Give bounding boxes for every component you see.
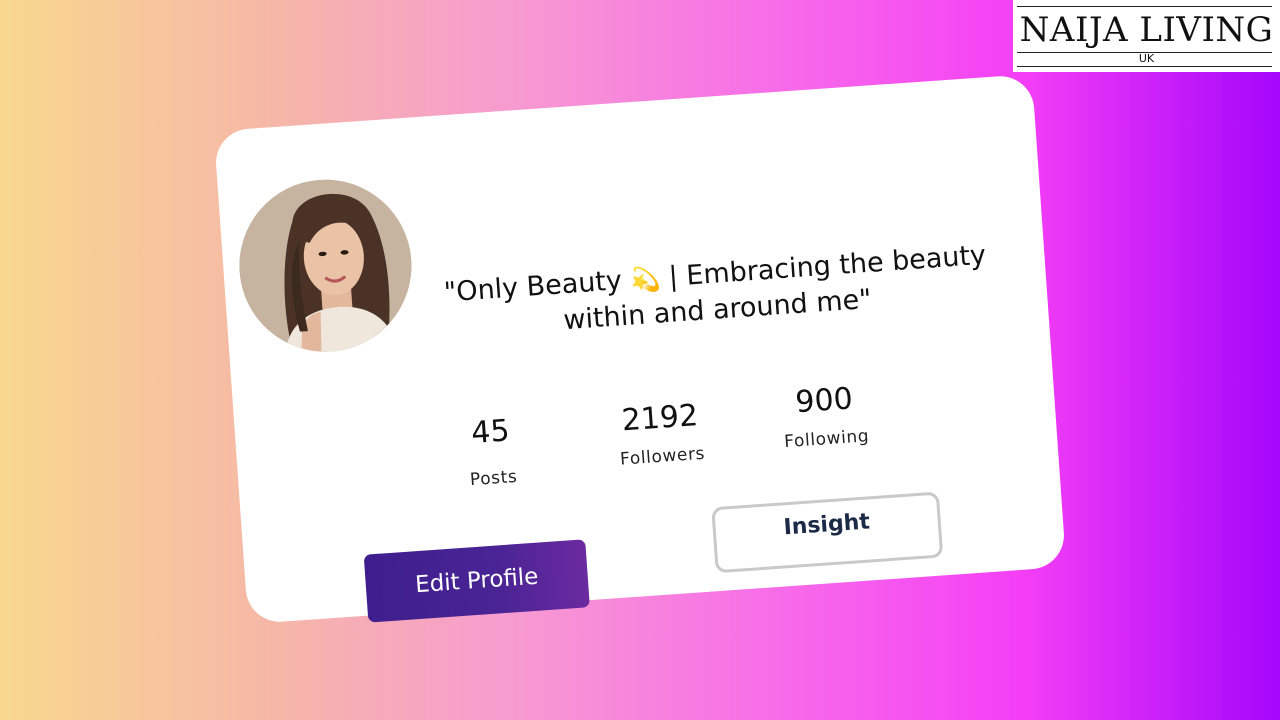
insight-button[interactable]: Insight [711, 491, 944, 574]
edit-profile-button[interactable]: Edit Profile [363, 539, 590, 623]
shooting-star-icon: 💫 [629, 264, 662, 295]
stat-following[interactable]: 900 Following [743, 376, 907, 455]
posts-count: 45 [470, 413, 511, 451]
following-label: Following [783, 426, 870, 453]
brand-subtitle: UK [1138, 52, 1155, 65]
brand-name: NAIJA LIVING [1019, 10, 1274, 50]
profile-bio: "Only Beauty 💫 | Embracing the beauty wi… [424, 236, 1008, 348]
profile-photo-icon [233, 173, 418, 358]
profile-card: "Only Beauty 💫 | Embracing the beauty wi… [213, 74, 1067, 624]
followers-count: 2192 [620, 398, 700, 439]
brand-logo: NAIJA LIVING UK [1013, 0, 1280, 72]
following-count: 900 [794, 381, 854, 421]
logo-rule-bottom [1017, 66, 1272, 67]
stat-followers[interactable]: 2192 Followers [579, 393, 743, 472]
avatar[interactable] [233, 173, 418, 358]
stat-posts[interactable]: 45 Posts [409, 407, 574, 494]
followers-label: Followers [619, 443, 706, 470]
posts-label: Posts [469, 466, 519, 491]
logo-rule-top [1017, 6, 1272, 7]
